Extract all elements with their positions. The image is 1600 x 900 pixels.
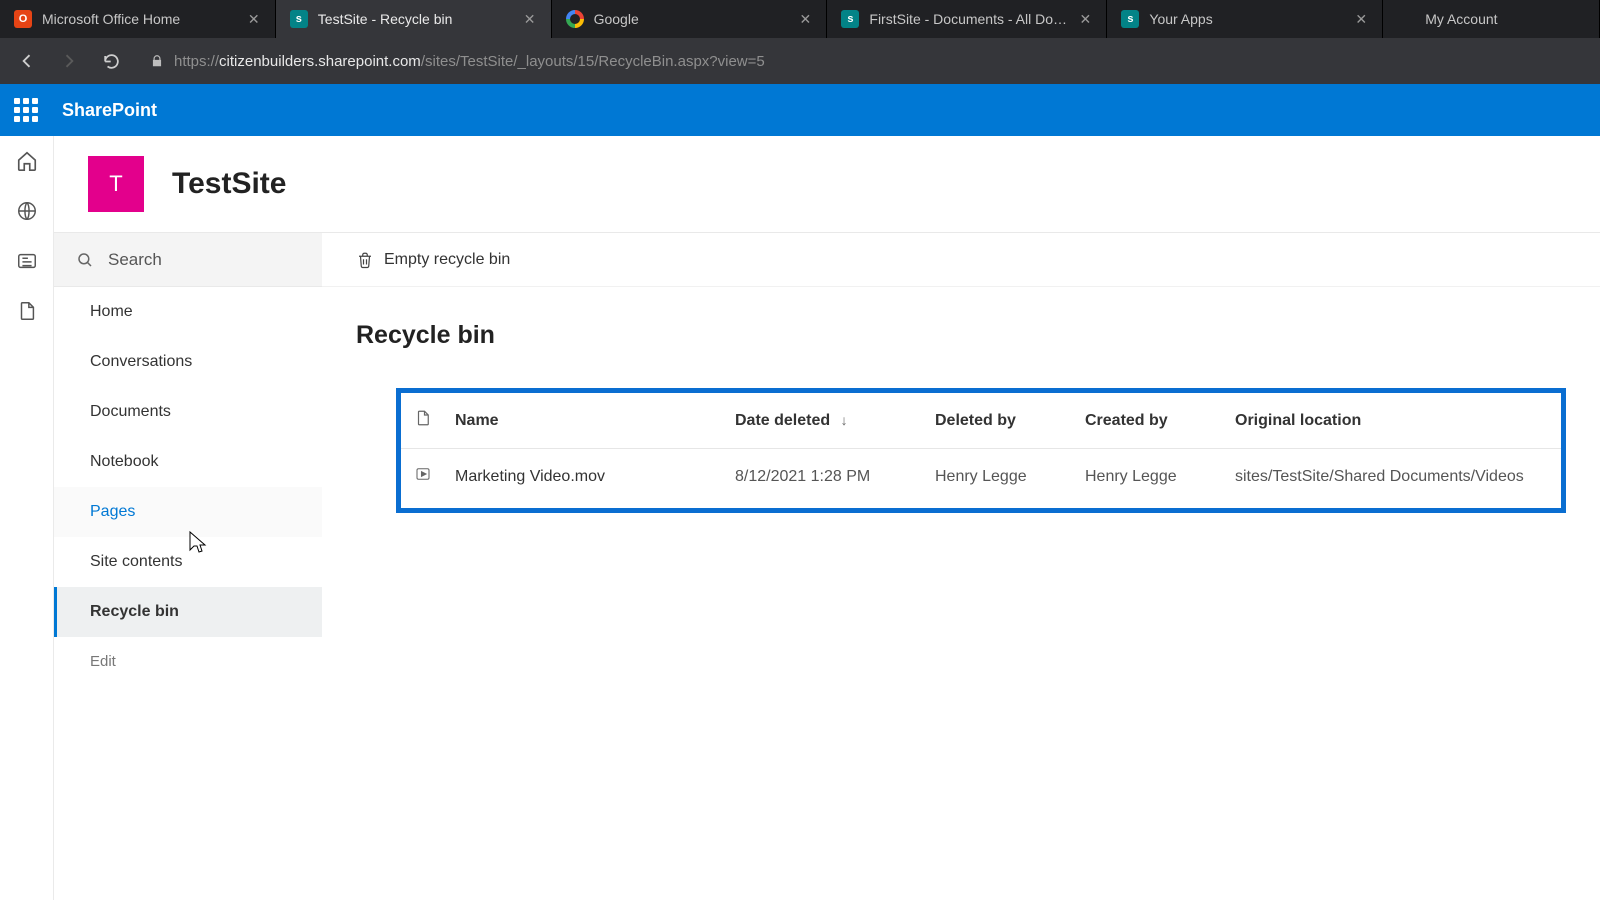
column-date-deleted[interactable]: Date deleted ↓ [725,393,925,449]
sharepoint-icon: s [1121,10,1139,28]
recycle-bin-table: Name Date deleted ↓ Deleted by Created b… [401,393,1561,504]
browser-tab-google[interactable]: Google ✕ [552,0,828,38]
empty-recycle-bin-label: Empty recycle bin [384,251,510,269]
column-label: Original location [1235,412,1361,429]
trash-icon [356,251,374,269]
browser-tab-myaccount[interactable]: My Account [1383,0,1600,38]
sharepoint-icon: s [290,10,308,28]
column-label: Date deleted [735,412,830,429]
lock-icon [150,54,164,68]
suite-brand[interactable]: SharePoint [62,100,157,121]
app-body: T TestSite Search Home Conversations Doc… [0,136,1600,900]
tab-title: Your Apps [1149,11,1344,27]
file-icon [414,409,432,427]
nav-label: Conversations [90,353,192,371]
cell-deleted-by: Henry Legge [925,449,1075,505]
nav-label: Recycle bin [90,603,179,621]
nav-item-conversations[interactable]: Conversations [54,337,322,387]
cell-created-by: Henry Legge [1075,449,1225,505]
nav-item-home[interactable]: Home [54,287,322,337]
column-label: Deleted by [935,412,1016,429]
sort-descending-icon: ↓ [841,412,848,428]
search-input[interactable]: Search [54,233,322,287]
site-logo[interactable]: T [88,156,144,212]
app-launcher-icon[interactable] [8,92,44,128]
page-title: Recycle bin [322,287,1600,370]
site-title[interactable]: TestSite [172,167,286,201]
close-icon[interactable]: ✕ [523,12,537,26]
tab-title: My Account [1425,11,1585,27]
nav-label: Site contents [90,553,183,571]
nav-item-site-contents[interactable]: Site contents [54,537,322,587]
empty-recycle-bin-button[interactable]: Empty recycle bin [356,251,510,269]
nav-label: Home [90,303,133,321]
table-row[interactable]: Marketing Video.mov 8/12/2021 1:28 PM He… [401,449,1561,505]
reload-button[interactable] [94,44,128,78]
site-area: T TestSite Search Home Conversations Doc… [54,136,1600,900]
sharepoint-icon: s [841,10,859,28]
main-area: Empty recycle bin Recycle bin Name [322,232,1600,900]
nav-item-notebook[interactable]: Notebook [54,437,322,487]
cell-original-location: sites/TestSite/Shared Documents/Videos [1225,449,1561,505]
browser-tab-strip: O Microsoft Office Home ✕ s TestSite - R… [0,0,1600,38]
suite-header: SharePoint [0,84,1600,136]
home-icon[interactable] [16,150,38,172]
table-header-row: Name Date deleted ↓ Deleted by Created b… [401,393,1561,449]
nav-item-documents[interactable]: Documents [54,387,322,437]
app-rail [0,136,54,900]
tab-title: Microsoft Office Home [42,11,237,27]
tab-title: FirstSite - Documents - All Docu… [869,11,1068,27]
site-content: Search Home Conversations Documents Note… [54,232,1600,900]
address-bar[interactable]: https://citizenbuilders.sharepoint.com/s… [136,44,1590,78]
row-file-icon [401,449,445,505]
browser-tab-testsite[interactable]: s TestSite - Recycle bin ✕ [276,0,552,38]
search-placeholder: Search [108,250,162,270]
nav-label: Notebook [90,453,159,471]
tab-title: TestSite - Recycle bin [318,11,513,27]
video-file-icon [414,465,432,483]
search-icon [76,251,94,269]
tab-title: Google [594,11,789,27]
nav-item-pages[interactable]: Pages [54,487,322,537]
column-label: Name [455,412,499,429]
command-bar: Empty recycle bin [322,233,1600,287]
back-button[interactable] [10,44,44,78]
close-icon[interactable]: ✕ [1078,12,1092,26]
cell-name: Marketing Video.mov [445,449,725,505]
forward-button[interactable] [52,44,86,78]
nav-label: Documents [90,403,171,421]
browser-tab-yourapps[interactable]: s Your Apps ✕ [1107,0,1383,38]
microsoft-icon [1397,10,1415,28]
column-original-location[interactable]: Original location [1225,393,1561,449]
close-icon[interactable]: ✕ [1354,12,1368,26]
files-icon[interactable] [16,300,38,322]
news-icon[interactable] [16,250,38,272]
nav-label: Pages [90,503,135,521]
cell-date-deleted: 8/12/2021 1:28 PM [725,449,925,505]
column-created-by[interactable]: Created by [1075,393,1225,449]
nav-edit-link[interactable]: Edit [54,637,322,685]
globe-icon[interactable] [16,200,38,222]
nav-item-recycle-bin[interactable]: Recycle bin [54,587,322,637]
office-icon: O [14,10,32,28]
left-nav: Search Home Conversations Documents Note… [54,232,322,900]
google-icon [566,10,584,28]
browser-tab-firstsite[interactable]: s FirstSite - Documents - All Docu… ✕ [827,0,1107,38]
recycle-bin-table-highlight: Name Date deleted ↓ Deleted by Created b… [396,388,1566,513]
column-name[interactable]: Name [445,393,725,449]
browser-tab-office[interactable]: O Microsoft Office Home ✕ [0,0,276,38]
site-header: T TestSite [54,136,1600,232]
browser-toolbar: https://citizenbuilders.sharepoint.com/s… [0,38,1600,84]
column-deleted-by[interactable]: Deleted by [925,393,1075,449]
column-label: Created by [1085,412,1168,429]
column-file-icon[interactable] [401,393,445,449]
close-icon[interactable]: ✕ [247,12,261,26]
url-text: https://citizenbuilders.sharepoint.com/s… [174,53,765,70]
close-icon[interactable]: ✕ [798,12,812,26]
